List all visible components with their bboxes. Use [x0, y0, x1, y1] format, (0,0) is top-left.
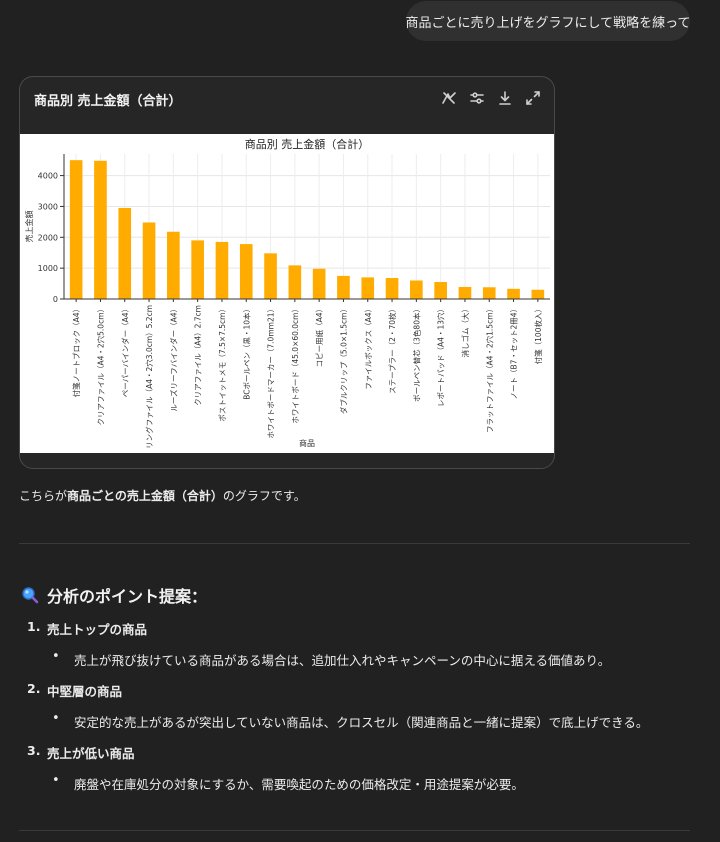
y-tick-label: 3000 [38, 202, 58, 211]
chart-card-toolbar [440, 89, 542, 107]
x-tick-label: ボールペン替芯（3色80本） [411, 305, 421, 402]
summary-bold: 商品ごとの売上金額（合計） [67, 489, 223, 503]
bar [142, 222, 156, 299]
x-tick-label: 消しゴム（大） [460, 305, 470, 358]
divider [19, 543, 690, 544]
chart-card-title: 商品別 売上金額（合計） [34, 94, 182, 109]
bar [239, 244, 253, 299]
x-tick-label: フラットファイル（A4・2穴1.5cm） [484, 305, 494, 433]
bar-chart: 商品別 売上金額（合計） 0 1000 2000 3000 4000 付箋ノートブロック（A… [24, 137, 550, 449]
user-message-text: 商品ごとに売り上げをグラフにして戦略を練って [405, 15, 691, 31]
chart-title: 商品別 売上金額（合計） [245, 137, 370, 151]
user-message-bubble: 商品ごとに売り上げをグラフにして戦略を練って [406, 1, 690, 41]
y-tick-label: 4000 [38, 172, 58, 181]
switch-view-icon[interactable] [440, 89, 458, 107]
chart-card: 商品別 売上金額（合計） 商品別 売上金額（合計） 0 1000 2000 3000 40… [19, 76, 555, 469]
x-axis-label: 商品 [299, 438, 315, 448]
x-tick-label: ホワイトボード（45.0×60.0cm） [291, 305, 300, 424]
bar [118, 207, 132, 299]
bar [434, 282, 447, 299]
divider [19, 830, 690, 831]
x-tick-label: ダブルクリップ（5.0×1.5cm） [338, 305, 348, 414]
item-bullet-text: 安定的な売上があるが突出していない商品は、クロスセル（関連商品と一緒に提案）で底… [74, 715, 649, 730]
bullet-dot: • [52, 711, 60, 726]
y-tick-label: 0 [53, 295, 58, 304]
x-tick-label: クリアファイル（A4）2.7cm [194, 305, 203, 406]
bar [94, 160, 107, 299]
x-tick-label: コピー用紙（A4） [314, 305, 324, 367]
x-tick-label: 付箋（100枚入） [533, 305, 543, 364]
item-bullet-text: 廃盤や在庫処分の対象にするか、需要喚起のための価格改定・用途提案が必要。 [74, 777, 524, 792]
analysis-heading: 分析のポイント提案： [21, 583, 207, 607]
bar [385, 278, 399, 299]
x-tick-label: ポストイットメモ（7.5×7.5cm） [218, 305, 227, 422]
bullet-dot: • [52, 649, 60, 664]
settings-sliders-icon[interactable] [468, 89, 486, 107]
item-bullet-text: 売上が飛び抜けている商品がある場合は、追加仕入れやキャンペーンの中心に据える価値… [74, 653, 611, 668]
bar [361, 277, 375, 299]
chart-image: 商品別 売上金額（合計） 0 1000 2000 3000 4000 付箋ノートブロック（A… [20, 134, 554, 453]
x-tick-label: クリアファイル（A4・2穴5.0cm） [95, 305, 105, 426]
x-tick-label: ペーパーバインダー（A4） [120, 305, 130, 397]
x-tick-label: BCボールペン（黒・10本） [241, 305, 251, 400]
bar [167, 231, 180, 299]
download-icon[interactable] [496, 89, 514, 107]
item-number: 2. [27, 681, 41, 696]
bar [482, 287, 496, 299]
y-tick-label: 1000 [38, 264, 58, 273]
bar [312, 268, 326, 299]
bar [507, 288, 520, 299]
summary-suffix: のグラフです。 [222, 489, 306, 503]
x-tick-label: ルーズリーフバインダー（A4） [168, 305, 178, 412]
x-tick-label: ファイルボックス（A4） [364, 305, 373, 390]
x-tick-label: 付箋ノートブロック（A4） [71, 305, 81, 397]
item-title: 売上が低い商品 [47, 746, 135, 761]
item-title: 中堅層の商品 [47, 684, 123, 699]
expand-icon[interactable] [524, 89, 542, 107]
bar [531, 289, 545, 299]
y-tick-label: 2000 [38, 233, 58, 242]
bar [410, 280, 423, 299]
summary-prefix: こちらが [19, 489, 68, 503]
x-tick-label: レポートパッド（A4・13穴） [436, 305, 446, 407]
magnifier-icon [22, 587, 39, 604]
item-number: 1. [27, 619, 41, 634]
bar [458, 286, 472, 299]
x-tick-label: ホワイトボードマーカー（7.0mm21） [267, 305, 276, 439]
bar [215, 241, 229, 299]
bar [264, 253, 277, 299]
bar [337, 275, 350, 299]
chart-summary: こちらが商品ごとの売上金額（合計）のグラフです。 [19, 487, 306, 504]
analysis-heading-text: 分析のポイント提案： [47, 587, 208, 606]
bullet-dot: • [52, 773, 60, 788]
bar [288, 265, 302, 299]
bar [69, 160, 83, 299]
y-axis-label: 売上金額 [24, 211, 34, 243]
x-tick-label: リングファイル（A4・2穴3.0cm）5.2cm [144, 305, 154, 449]
x-tick-label: ステープラー（2・70枚） [387, 305, 397, 394]
item-number: 3. [27, 743, 41, 758]
bar [191, 240, 204, 299]
item-title: 売上トップの商品 [47, 622, 148, 637]
x-tick-label: ノート（B7・セット2冊4） [510, 305, 519, 399]
